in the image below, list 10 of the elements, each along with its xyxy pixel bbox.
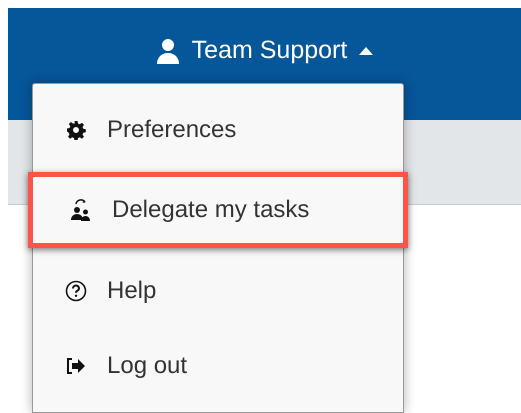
help-icon <box>65 280 87 302</box>
logout-icon <box>65 357 87 376</box>
menu-item[interactable]: Preferences <box>33 92 403 168</box>
menu-item[interactable]: Log out <box>33 328 403 404</box>
user-icon <box>156 38 180 64</box>
menu-item[interactable]: Help <box>33 253 403 329</box>
menu-item[interactable]: Delegate my tasks <box>28 172 408 248</box>
user-menu-button[interactable]: Team Support <box>156 34 374 68</box>
people-icon <box>70 198 92 222</box>
settings-icon <box>66 120 86 140</box>
